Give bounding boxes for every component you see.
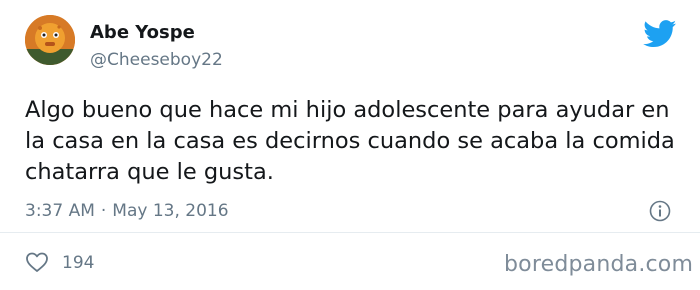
tweet-card: Abe Yospe @Cheeseboy22 Algo bueno que ha… [0, 0, 700, 290]
heart-icon[interactable] [25, 251, 49, 273]
tweet-time: 3:37 AM [25, 201, 95, 221]
divider [0, 232, 700, 233]
twitter-bird-icon[interactable] [643, 20, 677, 48]
tweet-text-line: la casa en la casa es decirnos cuando se… [25, 128, 675, 154]
info-icon[interactable] [649, 200, 671, 222]
author-name[interactable]: Abe Yospe [90, 22, 195, 43]
cheese-character-avatar-icon [25, 15, 75, 65]
author-handle[interactable]: @Cheeseboy22 [90, 50, 223, 70]
meta-separator: · [100, 201, 107, 221]
avatar[interactable] [25, 15, 75, 65]
tweet-text-line: Algo bueno que hace mi hijo adolescente … [25, 97, 670, 123]
like-count: 194 [62, 253, 95, 273]
tweet-timestamp[interactable]: 3:37 AM · May 13, 2016 [25, 201, 229, 221]
tweet-text: Algo bueno que hace mi hijo adolescente … [25, 95, 680, 188]
watermark: boredpanda.com [504, 252, 694, 277]
tweet-date: May 13, 2016 [112, 201, 229, 221]
tweet-text-line: chatarra que le gusta. [25, 159, 274, 185]
